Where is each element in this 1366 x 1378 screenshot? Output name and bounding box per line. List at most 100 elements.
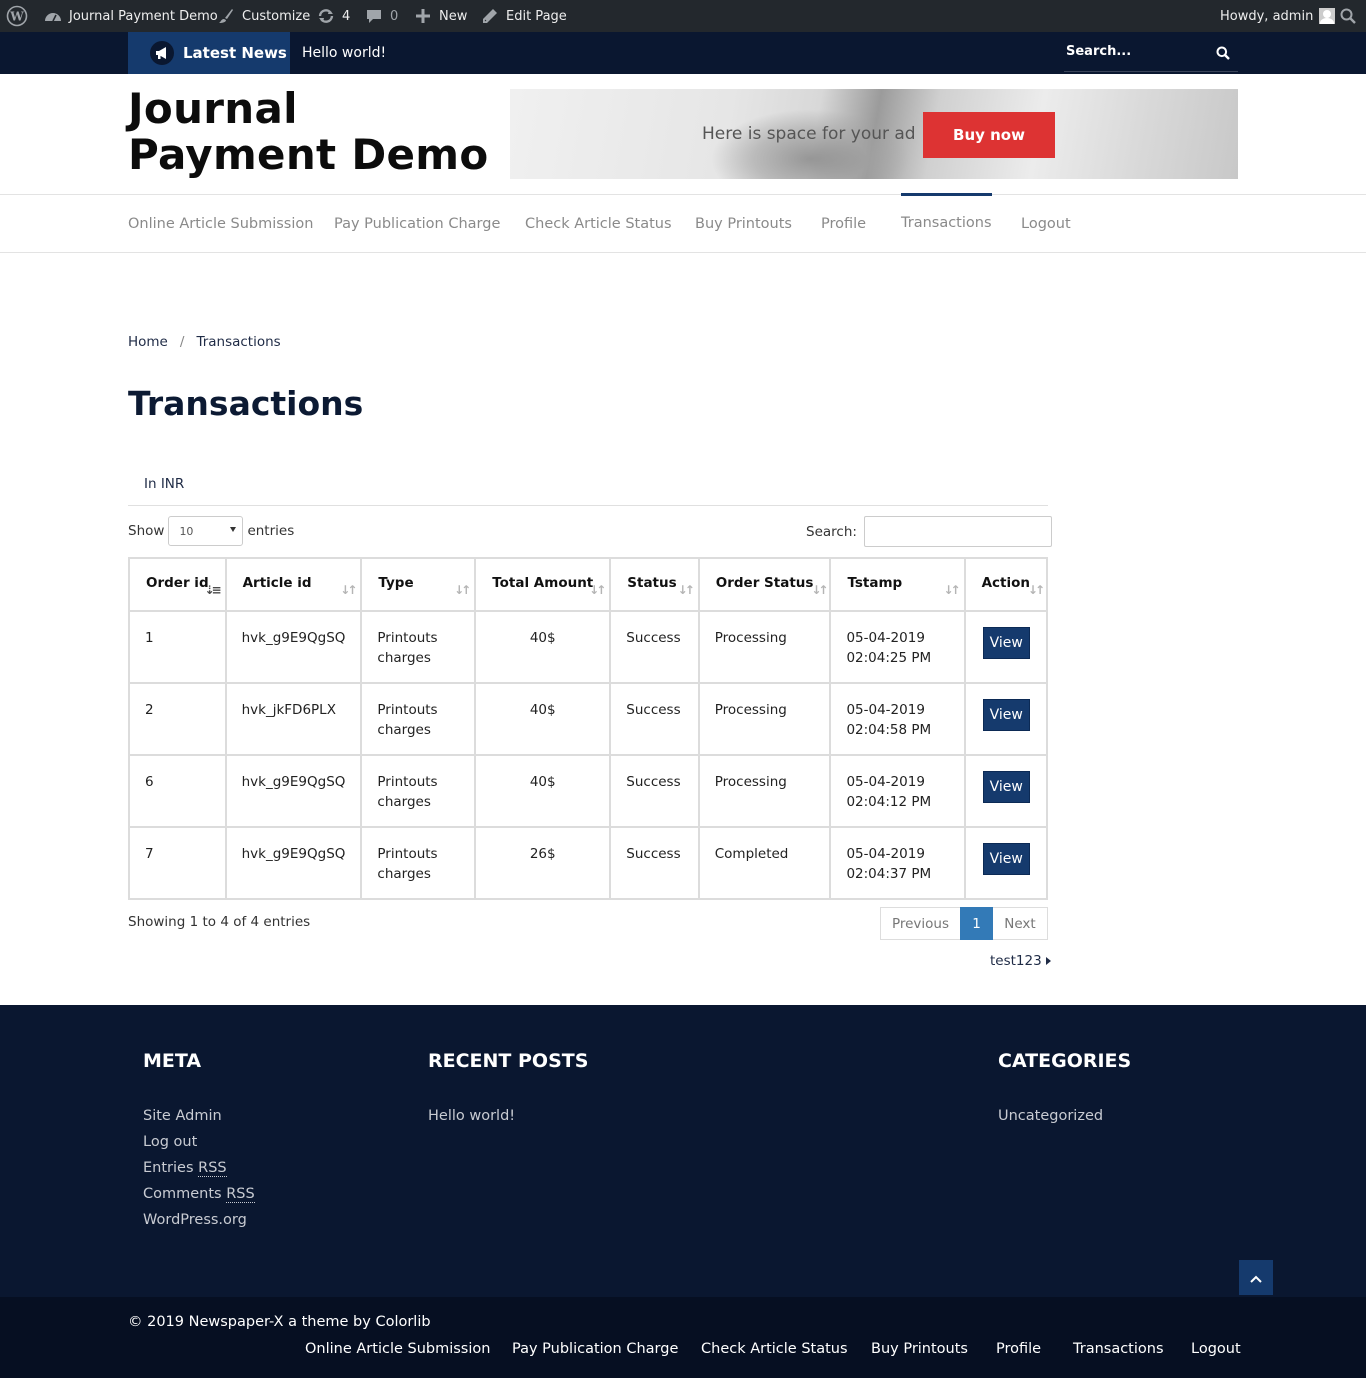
cell-order-status: Processing xyxy=(697,682,832,756)
table-row: 1 hvk_g9E9QgSQ Printouts charges 40$ Succ… xyxy=(128,610,1049,684)
column-header-label: Tstamp xyxy=(847,575,903,591)
transactions-table: Order id ⇣≡ Article id ↓↑ Type ↓↑ Total Amo… xyxy=(128,557,1049,900)
footer-nav-buy-printouts[interactable]: Buy Printouts xyxy=(871,1341,968,1357)
entries-select[interactable]: 10 xyxy=(168,516,244,546)
cell-tstamp: 05-04-2019 02:04:25 PM xyxy=(829,610,966,684)
column-header-article-id[interactable]: Article id ↓↑ xyxy=(224,557,363,612)
pencil-icon xyxy=(480,6,500,26)
admin-search-icon[interactable] xyxy=(1340,0,1356,32)
nav-item-check-article-status[interactable]: Check Article Status xyxy=(525,195,672,252)
column-header-status[interactable]: Status ↓↑ xyxy=(609,557,700,612)
megaphone-icon xyxy=(150,41,174,65)
breadcrumb: Home / Transactions xyxy=(128,334,281,350)
back-to-top-button[interactable] xyxy=(1239,1260,1273,1295)
column-header-type[interactable]: Type ↓↑ xyxy=(360,557,477,612)
sort-icon: ↓↑ xyxy=(340,583,357,597)
buy-now-button[interactable]: Buy now xyxy=(923,112,1055,158)
page-title: Transactions xyxy=(128,384,364,423)
comments-rss-link[interactable]: Comments RSS xyxy=(143,1186,255,1203)
edit-page-label: Edit Page xyxy=(506,8,567,24)
footer-meta-list: Site Admin Log out Entries RSS Comments … xyxy=(143,1103,255,1233)
footer-recent-posts-list: Hello world! xyxy=(428,1103,515,1129)
avatar xyxy=(1319,8,1336,24)
footer-nav-transactions[interactable]: Transactions xyxy=(1073,1341,1164,1357)
site-title[interactable]: Journal Payment Demo xyxy=(128,86,498,178)
new-label: New xyxy=(439,8,468,24)
column-header-order-id[interactable]: Order id ⇣≡ xyxy=(128,557,227,612)
category-link[interactable]: Uncategorized xyxy=(998,1108,1103,1124)
view-button[interactable]: View xyxy=(982,843,1030,875)
nav-item-logout[interactable]: Logout xyxy=(1021,195,1071,252)
previous-page-button[interactable]: Previous xyxy=(880,907,960,940)
entries-rss-link[interactable]: Entries RSS xyxy=(143,1160,227,1177)
view-button[interactable]: View xyxy=(982,627,1030,659)
customize-link[interactable]: Customize xyxy=(216,0,310,32)
account-menu[interactable]: Howdy, admin xyxy=(1220,0,1336,32)
user-link[interactable]: test123 xyxy=(990,953,1051,969)
footer-recent-posts-title: RECENT POSTS xyxy=(428,1050,589,1072)
footer-nav-profile[interactable]: Profile xyxy=(996,1341,1041,1357)
table-header-row: Order id ⇣≡ Article id ↓↑ Type ↓↑ Total Amo… xyxy=(128,557,1049,612)
updates-link[interactable]: 4 xyxy=(316,0,350,32)
page-button-current[interactable]: 1 xyxy=(960,907,993,940)
new-link[interactable]: New xyxy=(413,0,467,32)
cell-tstamp: 05-04-2019 02:04:37 PM xyxy=(829,826,966,900)
column-header-total-amount[interactable]: Total Amount ↓↑ xyxy=(474,557,612,612)
sort-icon: ↓↑ xyxy=(1027,583,1045,597)
column-header-label: Total Amount xyxy=(492,575,594,591)
column-header-action[interactable]: Action ↓↑ xyxy=(963,557,1049,612)
breadcrumb-home[interactable]: Home xyxy=(128,334,168,350)
cell-type-line-2: charges xyxy=(377,722,431,738)
nav-item-profile[interactable]: Profile xyxy=(821,195,866,252)
footer-nav-pay-publication-charge[interactable]: Pay Publication Charge xyxy=(512,1341,678,1357)
cell-article-id: hvk_jkFD6PLX xyxy=(224,682,363,756)
footer-nav-logout[interactable]: Logout xyxy=(1191,1341,1241,1357)
edit-page-link[interactable]: Edit Page xyxy=(480,0,567,32)
cell-order-status: Processing xyxy=(697,610,832,684)
cell-order-status: Completed xyxy=(697,826,832,900)
recent-post-link[interactable]: Hello world! xyxy=(428,1108,515,1124)
column-header-order-status[interactable]: Order Status ↓↑ xyxy=(697,557,832,612)
admin-site-name: Journal Payment Demo xyxy=(69,8,218,24)
table-search-input[interactable] xyxy=(863,516,1052,547)
wordpress-logo-icon[interactable]: W xyxy=(6,0,28,32)
footer-nav-check-article-status[interactable]: Check Article Status xyxy=(701,1341,848,1357)
next-page-button[interactable]: Next xyxy=(993,907,1048,940)
copyright: © 2019 Newspaper-X a theme by Colorlib xyxy=(128,1314,431,1330)
nav-item-pay-publication-charge[interactable]: Pay Publication Charge xyxy=(334,195,500,252)
sort-icon: ↓↑ xyxy=(589,583,606,597)
wordpress-org-link[interactable]: WordPress.org xyxy=(143,1212,247,1228)
header-search-input[interactable] xyxy=(1064,44,1204,59)
admin-site-link[interactable]: Journal Payment Demo xyxy=(43,0,218,32)
sort-icon: ↓↑ xyxy=(811,583,828,597)
ticker-headline-link[interactable]: Hello world! xyxy=(302,32,386,74)
column-header-label: Action xyxy=(981,575,1030,591)
cell-time: 02:04:12 PM xyxy=(846,794,932,810)
comment-icon xyxy=(364,6,384,26)
cell-date: 05-04-2019 xyxy=(846,630,925,646)
tab-in-inr[interactable]: In INR xyxy=(144,476,184,492)
column-header-label: Status xyxy=(627,575,677,591)
cell-type: Printouts charges xyxy=(360,682,477,756)
cell-amount: 26$ xyxy=(474,826,612,900)
search-icon[interactable] xyxy=(1216,45,1230,64)
caret-right-icon xyxy=(1045,957,1051,965)
sort-icon: ↓↑ xyxy=(943,583,960,597)
customize-label: Customize xyxy=(242,8,311,24)
table-row: 6 hvk_g9E9QgSQ Printouts charges 40$ Succ… xyxy=(128,754,1049,828)
nav-item-transactions[interactable]: Transactions xyxy=(901,193,992,250)
nav-item-online-article-submission[interactable]: Online Article Submission xyxy=(128,195,313,252)
rss-abbr: RSS xyxy=(198,1160,227,1177)
view-button[interactable]: View xyxy=(982,771,1030,803)
comments-link[interactable]: 0 xyxy=(364,0,398,32)
view-button[interactable]: View xyxy=(982,699,1030,731)
cell-status: Success xyxy=(609,682,700,756)
footer-nav-online-article-submission[interactable]: Online Article Submission xyxy=(305,1341,490,1357)
log-out-link[interactable]: Log out xyxy=(143,1134,197,1150)
svg-text:W: W xyxy=(9,10,24,24)
updates-icon xyxy=(316,6,336,26)
column-header-tstamp[interactable]: Tstamp ↓↑ xyxy=(829,557,966,612)
site-admin-link[interactable]: Site Admin xyxy=(143,1108,222,1124)
nav-item-buy-printouts[interactable]: Buy Printouts xyxy=(695,195,792,252)
cell-date: 05-04-2019 xyxy=(846,702,925,718)
